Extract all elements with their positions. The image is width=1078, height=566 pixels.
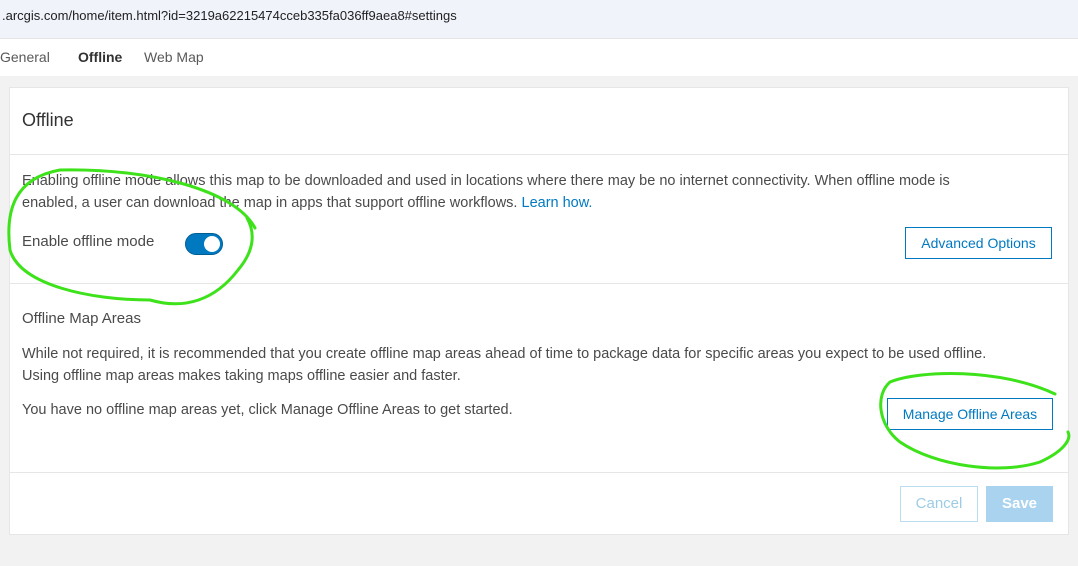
settings-tabs: General Offline Web Map <box>0 39 1078 76</box>
tab-offline[interactable]: Offline <box>78 49 122 65</box>
divider <box>10 472 1068 473</box>
offline-description-line1: Enabling offline mode allows this map to… <box>22 173 950 189</box>
panel-title: Offline <box>22 110 74 130</box>
map-areas-description-line1: While not required, it is recommended th… <box>22 346 987 362</box>
learn-how-link[interactable]: Learn how. <box>522 195 593 211</box>
advanced-options-button[interactable]: Advanced Options <box>905 227 1052 259</box>
map-areas-description-line2: Using offline map areas makes taking map… <box>22 368 461 384</box>
divider <box>10 283 1068 284</box>
save-button[interactable]: Save <box>986 486 1053 522</box>
enable-offline-toggle[interactable] <box>185 233 223 255</box>
map-areas-description: While not required, it is recommended th… <box>22 343 1062 387</box>
tab-general[interactable]: General <box>0 49 50 65</box>
offline-map-areas-title: Offline Map Areas <box>22 310 141 327</box>
divider <box>10 154 1068 155</box>
cancel-button[interactable]: Cancel <box>900 486 978 522</box>
url-text: .arcgis.com/home/item.html?id=3219a62215… <box>2 8 457 23</box>
address-bar[interactable]: .arcgis.com/home/item.html?id=3219a62215… <box>0 0 1078 39</box>
tab-web-map[interactable]: Web Map <box>144 49 204 65</box>
toggle-knob <box>204 236 220 252</box>
manage-offline-areas-button[interactable]: Manage Offline Areas <box>887 398 1053 430</box>
offline-description: Enabling offline mode allows this map to… <box>22 170 1062 214</box>
offline-description-line2: enabled, a user can download the map in … <box>22 195 593 211</box>
offline-settings-panel: Offline Enabling offline mode allows thi… <box>9 87 1069 535</box>
enable-offline-label: Enable offline mode <box>22 233 155 250</box>
